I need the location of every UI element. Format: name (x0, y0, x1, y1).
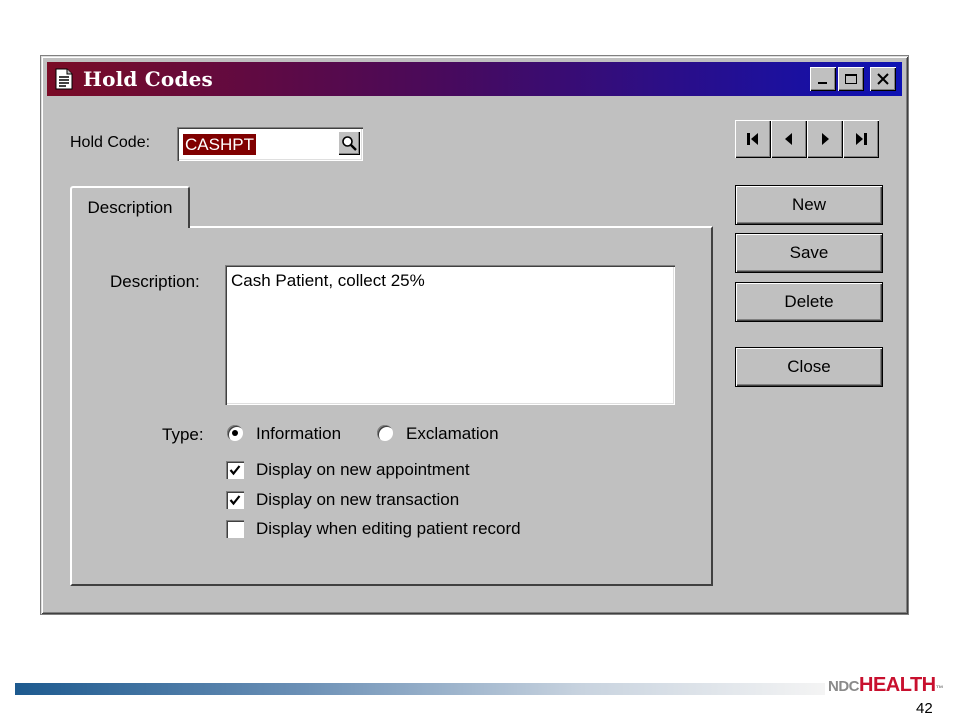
logo-ndc: NDC (828, 678, 860, 695)
first-record-icon (747, 133, 758, 145)
footer-gradient-bar (15, 683, 825, 695)
type-information-label[interactable]: Information (256, 424, 341, 444)
maximize-icon (845, 74, 857, 84)
new-transaction-checkbox[interactable] (226, 491, 244, 509)
previous-record-button[interactable] (771, 120, 807, 158)
first-record-button[interactable] (735, 120, 771, 158)
close-button[interactable]: Close (735, 347, 883, 387)
type-exclamation-label[interactable]: Exclamation (406, 424, 499, 444)
delete-button[interactable]: Delete (735, 282, 883, 322)
description-label: Description: (110, 272, 200, 291)
hold-code-value: CASHPT (183, 134, 256, 155)
new-appointment-label[interactable]: Display on new appointment (256, 460, 470, 480)
next-record-button[interactable] (807, 120, 843, 158)
window-controls (810, 67, 896, 91)
editing-patient-record-label[interactable]: Display when editing patient record (256, 519, 521, 539)
close-window-button[interactable] (870, 67, 896, 91)
hold-code-label: Hold Code: (70, 134, 150, 152)
page-number: 42 (916, 700, 933, 717)
last-record-icon (856, 133, 867, 145)
minimize-icon (818, 82, 827, 84)
new-appointment-checkbox[interactable] (226, 461, 244, 479)
description-textarea[interactable]: Cash Patient, collect 25% (225, 265, 675, 405)
magnifier-icon (342, 136, 357, 151)
editing-patient-record-checkbox[interactable] (226, 520, 244, 538)
type-information-radio[interactable] (227, 425, 243, 441)
hold-code-label-text: Hold Code: (70, 134, 151, 151)
slide: Hold Codes Hold Code: CASHPT New Save De… (0, 0, 960, 720)
logo-health: HEALTH (859, 674, 936, 696)
document-icon (55, 68, 73, 90)
new-button[interactable]: New (735, 185, 883, 225)
ndc-health-logo: NDC HEALTH ™ (828, 674, 944, 696)
type-label: Type: (162, 425, 204, 444)
close-icon (877, 73, 889, 85)
tab-description[interactable]: Description (70, 186, 190, 228)
window-title: Hold Codes (83, 67, 214, 91)
previous-record-icon (785, 133, 792, 145)
new-transaction-label[interactable]: Display on new transaction (256, 490, 459, 510)
description-value: Cash Patient, collect 25% (231, 271, 425, 290)
lookup-button[interactable] (338, 131, 360, 155)
checkmark-icon (229, 495, 241, 506)
checkmark-icon (229, 465, 241, 476)
next-record-icon (822, 133, 829, 145)
hold-code-input[interactable]: CASHPT (177, 127, 363, 161)
last-record-button[interactable] (843, 120, 879, 158)
type-exclamation-radio[interactable] (377, 425, 393, 441)
save-button[interactable]: Save (735, 233, 883, 273)
maximize-button[interactable] (838, 67, 864, 91)
record-navigation (735, 120, 879, 158)
minimize-button[interactable] (810, 67, 836, 91)
title-bar[interactable]: Hold Codes (47, 62, 902, 96)
logo-trademark: ™ (935, 684, 944, 693)
